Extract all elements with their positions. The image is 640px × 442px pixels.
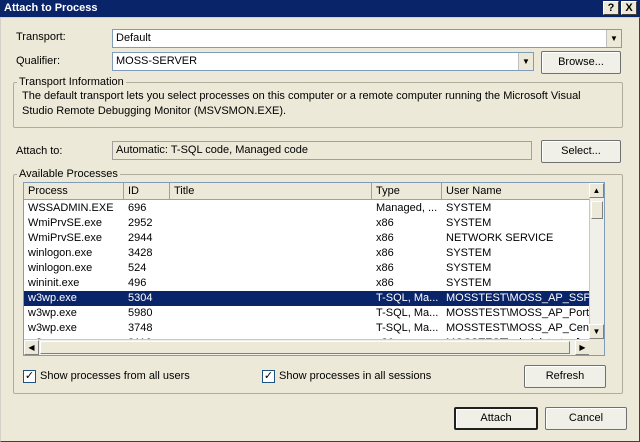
- scroll-down-icon[interactable]: ▼: [589, 324, 604, 339]
- table-row[interactable]: winlogon.exe 524 x86 SYSTEM: [24, 261, 590, 276]
- cell-user-name: SYSTEM: [446, 217, 492, 229]
- cell-title: [170, 321, 372, 336]
- attach-to-field: Automatic: T-SQL code, Managed code: [112, 141, 532, 160]
- attach-button[interactable]: Attach: [454, 407, 538, 430]
- scroll-right-icon[interactable]: ▶: [575, 340, 590, 355]
- scroll-up-icon[interactable]: ▲: [589, 183, 604, 198]
- cell-type: Managed, ...: [376, 202, 438, 214]
- cell-title: [170, 291, 372, 306]
- table-row[interactable]: winlogon.exe 3428 x86 SYSTEM: [24, 246, 590, 261]
- table-row[interactable]: w3wp.exe 5980 T-SQL, Ma... MOSSTEST\MOSS_AP…: [24, 306, 590, 321]
- title-bar: Attach to Process: [0, 0, 640, 17]
- transport-combo[interactable]: Default ▼: [112, 29, 622, 48]
- show-all-users-checkbox[interactable]: ✓: [23, 370, 36, 383]
- cell-type: x86: [376, 217, 394, 229]
- cell-title: [170, 246, 372, 261]
- cell-id: 524: [128, 262, 147, 274]
- cell-process: wininit.exe: [28, 277, 80, 289]
- help-button[interactable]: ?: [603, 1, 619, 15]
- scrollbar-corner: [589, 339, 604, 355]
- vertical-scroll-thumb[interactable]: [591, 201, 603, 219]
- cell-id: 3428: [128, 247, 153, 259]
- transport-info-title: Transport Information: [17, 76, 126, 88]
- cell-type: x86: [376, 262, 394, 274]
- cell-user-name: SYSTEM: [446, 202, 492, 214]
- chevron-down-icon[interactable]: ▼: [606, 30, 621, 47]
- cell-process: w3wp.exe: [28, 322, 77, 334]
- attach-to-label: Attach to:: [16, 145, 63, 157]
- cell-id: 5980: [128, 307, 153, 319]
- transport-label: Transport:: [16, 31, 66, 43]
- process-list[interactable]: Process ID Title Type User Name WSSADMIN…: [23, 182, 605, 356]
- cell-id: 696: [128, 202, 147, 214]
- cell-process: winlogon.exe: [28, 262, 93, 274]
- table-row[interactable]: WmiPrvSE.exe 2944 x86 NETWORK SERVICE: [24, 231, 590, 246]
- attach-to-value: Automatic: T-SQL code, Managed code: [116, 144, 309, 156]
- cell-process: WmiPrvSE.exe: [28, 232, 102, 244]
- cell-user-name: SYSTEM: [446, 277, 492, 289]
- column-header-type[interactable]: Type: [372, 183, 442, 200]
- scroll-left-icon[interactable]: ◀: [24, 340, 39, 355]
- table-row[interactable]: WmiPrvSE.exe 2952 x86 SYSTEM: [24, 216, 590, 231]
- chevron-down-icon[interactable]: ▼: [518, 53, 533, 70]
- qualifier-combo[interactable]: MOSS-SERVER ▼: [112, 52, 534, 71]
- process-list-header: Process ID Title Type User Name: [24, 183, 590, 200]
- cell-process: WmiPrvSE.exe: [28, 217, 102, 229]
- cell-type: x86: [376, 277, 394, 289]
- column-header-process[interactable]: Process: [24, 183, 124, 200]
- show-all-sessions-label[interactable]: Show processes in all sessions: [279, 370, 431, 382]
- vertical-scrollbar[interactable]: ▲ ▼: [589, 183, 604, 339]
- table-row[interactable]: wininit.exe 496 x86 SYSTEM: [24, 276, 590, 291]
- column-header-user-name[interactable]: User Name: [442, 183, 590, 200]
- transport-info-text: The default transport lets you select pr…: [22, 90, 581, 117]
- cell-user-name: SYSTEM: [446, 262, 492, 274]
- cell-id: 5304: [128, 292, 153, 304]
- refresh-button[interactable]: Refresh: [524, 365, 606, 388]
- cell-title: [170, 306, 372, 321]
- qualifier-label: Qualifier:: [16, 55, 61, 67]
- cell-process: w3wp.exe: [28, 307, 77, 319]
- show-all-users-label[interactable]: Show processes from all users: [40, 370, 190, 382]
- cell-user-name: NETWORK SERVICE: [446, 232, 554, 244]
- cell-user-name: MOSSTEST\MOSS_AP_Central...: [446, 322, 590, 334]
- cell-process: WSSADMIN.EXE: [28, 202, 114, 214]
- horizontal-scrollbar[interactable]: ◀ ▶: [24, 339, 590, 355]
- cell-id: 2952: [128, 217, 153, 229]
- cell-process: w3wp.exe: [28, 292, 77, 304]
- column-header-title[interactable]: Title: [170, 183, 372, 200]
- cell-title: [170, 276, 372, 291]
- cell-type: x86: [376, 247, 394, 259]
- cell-id: 3748: [128, 322, 153, 334]
- cell-title: [170, 201, 372, 216]
- select-button[interactable]: Select...: [541, 140, 621, 163]
- table-row[interactable]: w3wp.exe 5304 T-SQL, Ma... MOSSTEST\MOSS_AP…: [24, 291, 590, 306]
- column-header-id[interactable]: ID: [124, 183, 170, 200]
- cell-title: [170, 261, 372, 276]
- cell-type: T-SQL, Ma...: [376, 292, 439, 304]
- cell-type: x86: [376, 232, 394, 244]
- cancel-button[interactable]: Cancel: [545, 407, 627, 430]
- transport-value: Default: [116, 32, 151, 44]
- cell-type: T-SQL, Ma...: [376, 322, 439, 334]
- cell-id: 496: [128, 277, 147, 289]
- available-processes-title: Available Processes: [17, 168, 120, 180]
- cell-process: winlogon.exe: [28, 247, 93, 259]
- cell-user-name: MOSSTEST\MOSS_AP_SSP [ad...: [446, 292, 590, 304]
- cell-user-name: SYSTEM: [446, 247, 492, 259]
- cell-title: [170, 216, 372, 231]
- browse-button[interactable]: Browse...: [541, 51, 621, 74]
- window-title: Attach to Process: [4, 2, 98, 14]
- cell-type: T-SQL, Ma...: [376, 307, 439, 319]
- horizontal-scroll-thumb[interactable]: [40, 341, 570, 354]
- table-row[interactable]: w3wp.exe 3748 T-SQL, Ma... MOSSTEST\MOSS_AP…: [24, 321, 590, 336]
- close-button[interactable]: X: [621, 1, 637, 15]
- qualifier-value: MOSS-SERVER: [116, 55, 198, 67]
- show-all-sessions-checkbox[interactable]: ✓: [262, 370, 275, 383]
- cell-title: [170, 231, 372, 246]
- cell-user-name: MOSSTEST\MOSS_AP_Portal [...: [446, 307, 590, 319]
- cell-id: 2944: [128, 232, 153, 244]
- table-row[interactable]: WSSADMIN.EXE 696 Managed, ... SYSTEM: [24, 201, 590, 216]
